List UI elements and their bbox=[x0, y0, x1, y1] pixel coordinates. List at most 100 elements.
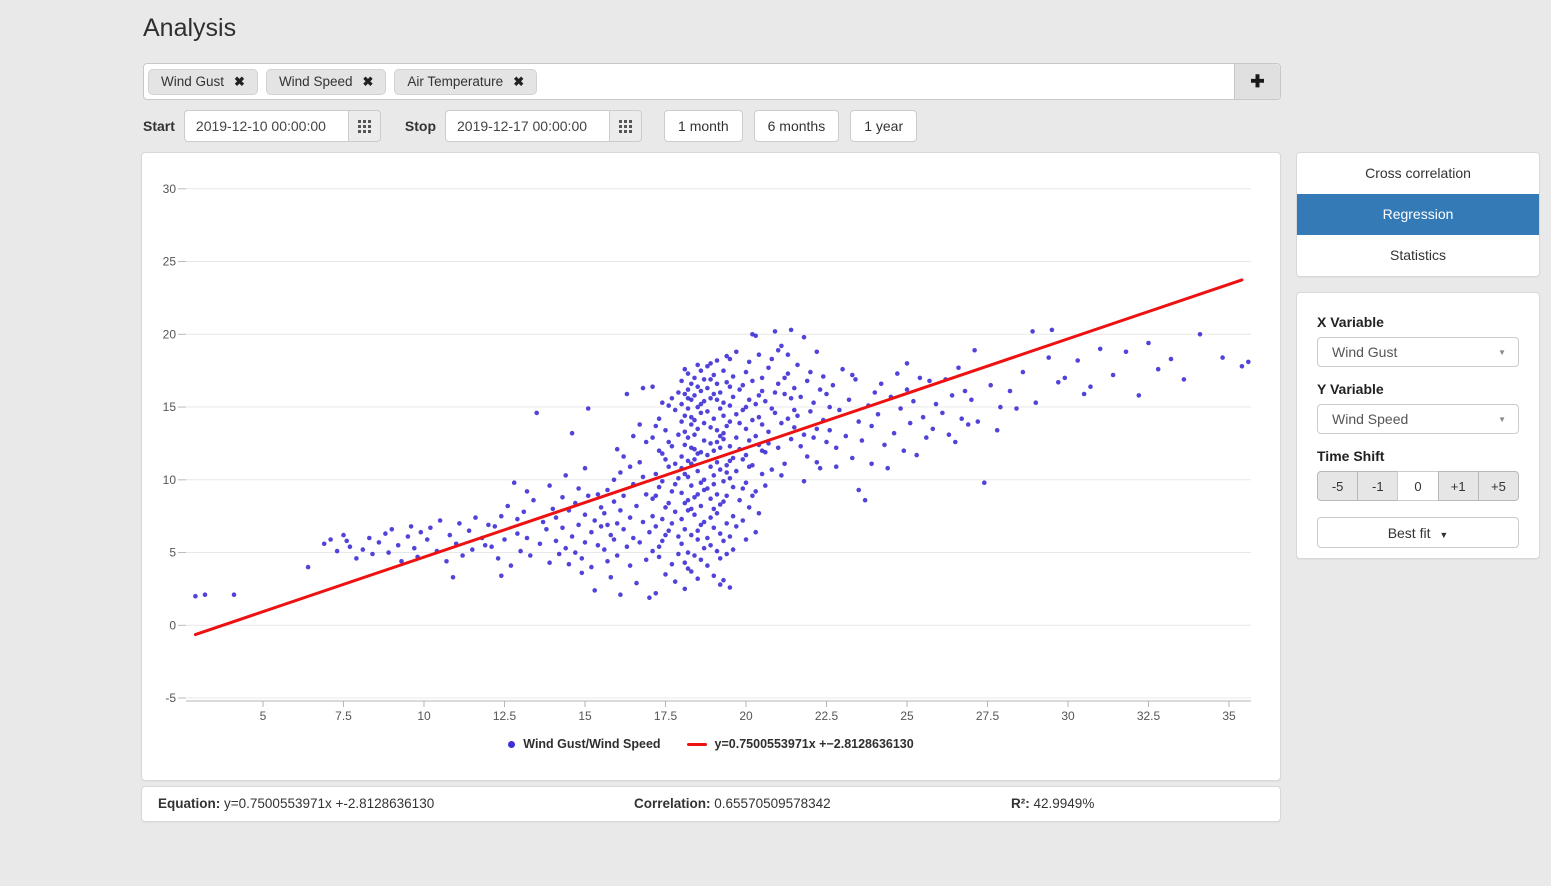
scatter-point bbox=[508, 563, 514, 568]
scatter-point bbox=[534, 410, 539, 416]
quick-range-button[interactable]: 1 year bbox=[850, 110, 918, 142]
scatter-point bbox=[450, 575, 456, 580]
legend-item-scatter[interactable]: Wind Gust/Wind Speed bbox=[508, 737, 661, 751]
scatter-point bbox=[714, 460, 720, 465]
scatter-point bbox=[1046, 355, 1051, 360]
scatter-point bbox=[695, 537, 700, 542]
scatter-point bbox=[730, 455, 736, 461]
y-axis-label: 20 bbox=[163, 327, 177, 341]
scatter-point bbox=[663, 505, 668, 510]
scatter-point bbox=[656, 544, 662, 549]
scatter-point bbox=[695, 528, 700, 533]
time-shift--5[interactable]: -5 bbox=[1317, 471, 1359, 501]
tab-statistics[interactable]: Statistics bbox=[1297, 235, 1539, 276]
scatter-point bbox=[689, 381, 694, 387]
scatter-point bbox=[553, 538, 559, 544]
scatter-point bbox=[827, 404, 832, 410]
y-variable-select[interactable]: Wind Speed ▼ bbox=[1317, 404, 1519, 434]
scatter-point bbox=[705, 452, 710, 458]
scatter-point bbox=[689, 422, 694, 427]
legend-item-line[interactable]: y=0.7500553971x +−2.8128636130 bbox=[686, 737, 914, 751]
scatter-point bbox=[769, 356, 775, 362]
scatter-point bbox=[614, 521, 620, 526]
stop-calendar-button[interactable] bbox=[609, 110, 643, 142]
scatter-point bbox=[666, 528, 671, 533]
scatter-point bbox=[470, 547, 475, 552]
quick-range-button[interactable]: 1 month bbox=[664, 110, 743, 142]
tab-cross-correlation[interactable]: Cross correlation bbox=[1297, 153, 1539, 194]
scatter-point bbox=[528, 553, 533, 558]
scatter-point bbox=[698, 410, 704, 416]
scatter-point bbox=[666, 439, 671, 445]
scatter-point bbox=[614, 446, 620, 452]
stats-bar: Equation: y=0.7500553971x +-2.8128636130… bbox=[141, 786, 1281, 822]
quick-range-buttons: 1 month 6 months 1 year bbox=[664, 110, 928, 142]
scatter-point bbox=[566, 561, 572, 567]
best-fit-button[interactable]: Best fit ▼ bbox=[1317, 517, 1519, 548]
scatter-point bbox=[734, 412, 739, 417]
scatter-point bbox=[621, 527, 626, 532]
scatter-point bbox=[511, 480, 517, 486]
scatter-point bbox=[647, 529, 652, 535]
scatter-point bbox=[914, 452, 919, 458]
y-axis-label: 5 bbox=[169, 546, 176, 560]
start-calendar-button[interactable] bbox=[347, 110, 381, 142]
scatter-point bbox=[721, 430, 726, 436]
time-shift-+1[interactable]: +1 bbox=[1437, 471, 1479, 501]
scatter-point bbox=[1014, 406, 1019, 411]
scatter-point bbox=[663, 572, 668, 577]
scatter-point bbox=[334, 548, 340, 554]
time-shift--1[interactable]: -1 bbox=[1357, 471, 1399, 501]
scatter-point bbox=[689, 483, 694, 488]
calendar-grid-icon bbox=[619, 119, 633, 133]
scatter-point bbox=[982, 480, 987, 486]
scatter-point bbox=[701, 420, 707, 426]
chart-legend: Wind Gust/Wind Speed y=0.7500553971x +−2… bbox=[142, 737, 1280, 751]
regression-line bbox=[193, 278, 1244, 637]
x-variable-select[interactable]: Wind Gust ▼ bbox=[1317, 337, 1519, 367]
scatter-point bbox=[627, 515, 633, 520]
scatter-point bbox=[640, 385, 646, 391]
scatter-point bbox=[582, 540, 588, 545]
scatter-point bbox=[746, 505, 752, 510]
scatter-point bbox=[721, 479, 726, 484]
scatter-point bbox=[650, 513, 655, 519]
add-variable-button[interactable]: ✚ bbox=[1234, 64, 1280, 99]
time-shift-+5[interactable]: +5 bbox=[1477, 471, 1520, 501]
scatter-point bbox=[685, 474, 691, 480]
scatter-point bbox=[676, 390, 681, 395]
scatter-point bbox=[563, 473, 568, 478]
scatter-point bbox=[682, 413, 688, 419]
scatter-point bbox=[660, 400, 665, 405]
scatter-point bbox=[679, 454, 684, 459]
scatter-point bbox=[753, 401, 758, 407]
scatter-point bbox=[792, 407, 797, 413]
scatter-point bbox=[650, 384, 655, 389]
scatter-point bbox=[653, 493, 659, 499]
scatter-point bbox=[708, 425, 713, 430]
scatter-point bbox=[756, 393, 762, 398]
remove-variable-icon[interactable]: ✖ bbox=[513, 74, 524, 90]
scatter-point bbox=[1081, 391, 1087, 397]
start-datetime-input[interactable] bbox=[183, 110, 348, 142]
scatter-point bbox=[650, 548, 655, 554]
variable-chip[interactable]: Air Temperature ✖ bbox=[394, 68, 538, 95]
variables-bar: Wind Gust ✖ Wind Speed ✖ Air Temperature ✖ ✚ bbox=[143, 63, 1281, 100]
stop-datetime-input[interactable] bbox=[445, 110, 610, 142]
scatter-point bbox=[730, 513, 736, 519]
scatter-point bbox=[676, 534, 681, 539]
time-shift-0[interactable]: 0 bbox=[1397, 471, 1439, 501]
quick-range-button[interactable]: 6 months bbox=[753, 110, 840, 142]
scatter-point bbox=[1220, 355, 1225, 360]
variable-chip[interactable]: Wind Gust ✖ bbox=[148, 68, 258, 95]
scatter-point bbox=[582, 465, 588, 471]
scatter-point bbox=[956, 365, 961, 371]
scatter-point bbox=[360, 547, 366, 552]
tab-regression[interactable]: Regression bbox=[1297, 194, 1539, 235]
scatter-point bbox=[367, 535, 372, 541]
chart-panel: -5 0 5 10 15 20 25 30 5 7.5 10 12.5 15 17.5 20 22.5 25 27… bbox=[141, 152, 1281, 781]
remove-variable-icon[interactable]: ✖ bbox=[234, 74, 245, 90]
remove-variable-icon[interactable]: ✖ bbox=[362, 74, 373, 90]
variable-chip[interactable]: Wind Speed ✖ bbox=[265, 68, 387, 95]
scatter-point bbox=[727, 403, 733, 408]
